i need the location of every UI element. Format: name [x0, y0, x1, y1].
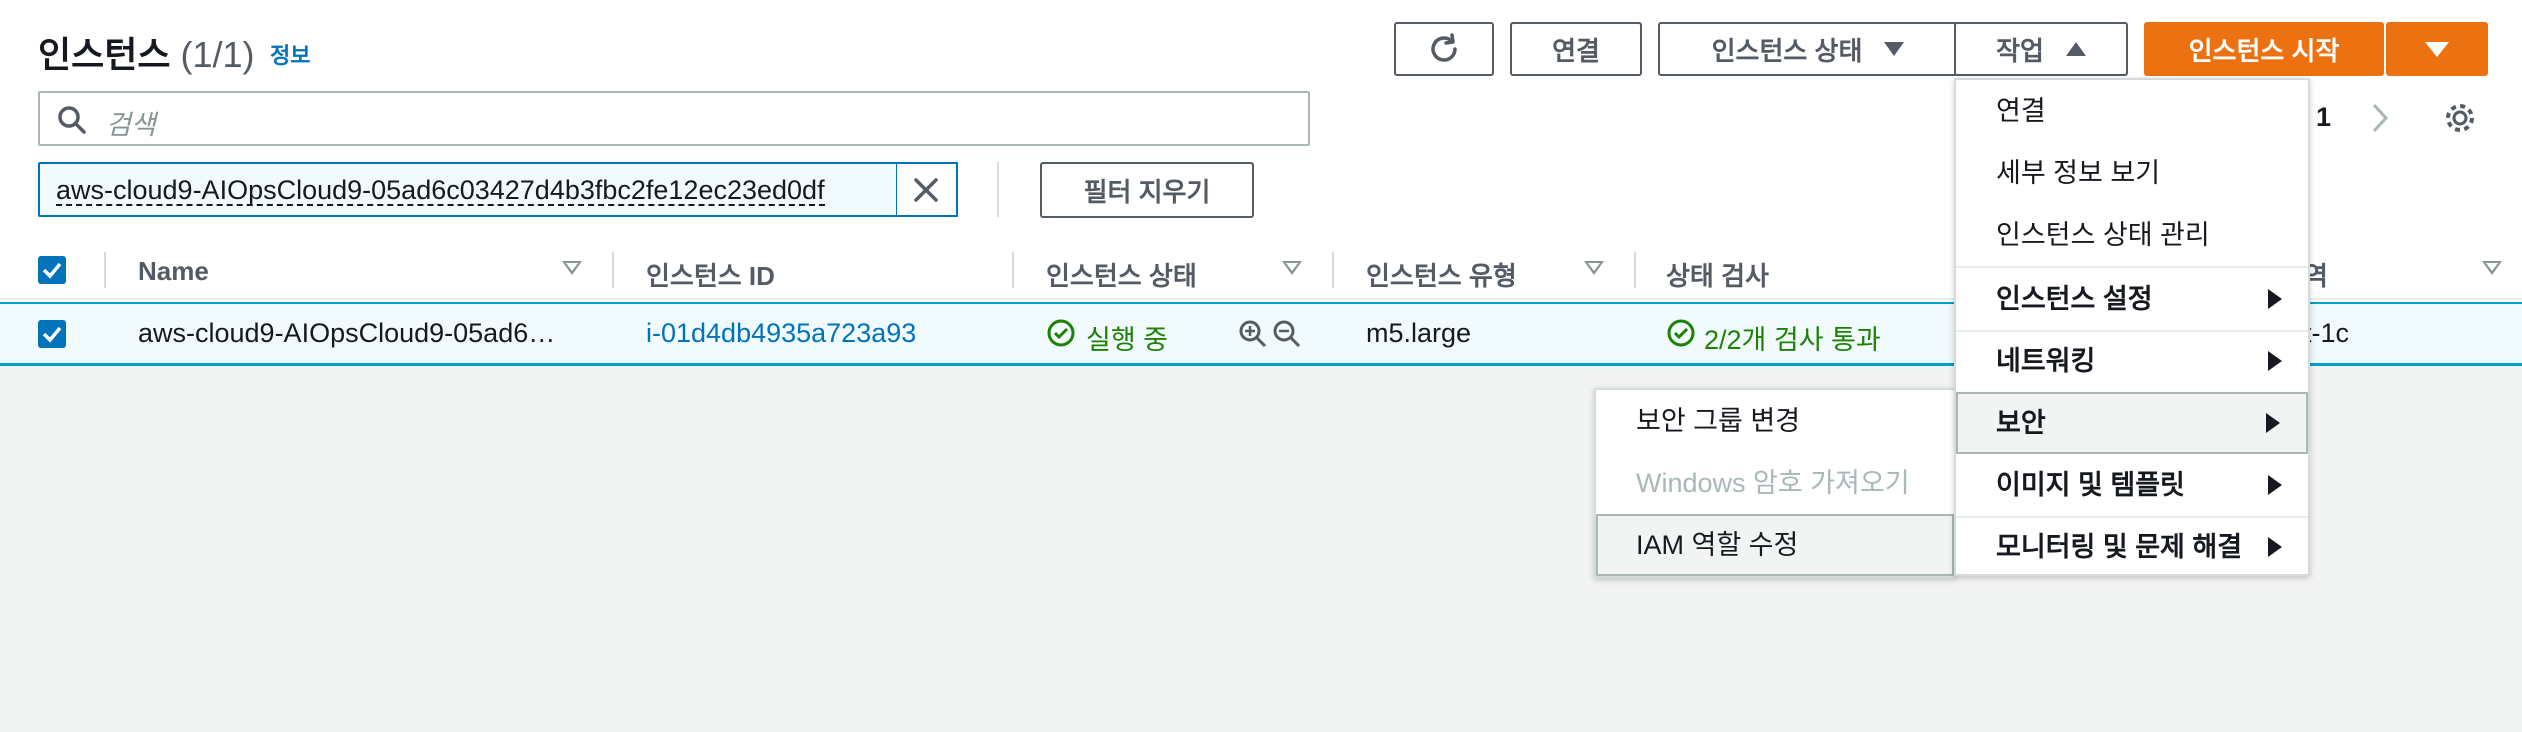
launch-instances-button[interactable]: 인스턴스 시작 [2144, 22, 2384, 76]
page-title: 인스턴스 (1/1) [38, 26, 255, 78]
column-header-instance-id[interactable]: 인스턴스 ID [646, 256, 775, 293]
menu-item-security-label: 보안 [1996, 408, 2046, 438]
sort-icon[interactable] [1584, 261, 1604, 275]
menu-item-change-security-groups[interactable]: 보안 그룹 변경 [1596, 390, 1954, 452]
filter-separator [997, 162, 999, 217]
settings-gear-icon[interactable] [2442, 100, 2478, 136]
page-title-text: 인스턴스 [38, 34, 171, 75]
menu-item-get-windows-password: Windows 암호 가져오기 [1636, 468, 1910, 498]
cell-name: aws-cloud9-AIOpsCloud9-05ad6… [138, 318, 556, 348]
menu-item-networking-label: 네트워킹 [1996, 346, 2096, 376]
column-divider [104, 252, 106, 288]
menu-item-instance-settings-label: 인스턴스 설정 [1996, 284, 2153, 314]
zoom-out-icon[interactable] [1272, 319, 1302, 349]
selection-count: (1/1) [180, 34, 255, 75]
menu-item-modify-iam-role[interactable]: IAM 역할 수정 [1596, 514, 1954, 576]
search-input[interactable]: 검색 [38, 91, 1310, 146]
column-divider [612, 252, 614, 288]
submenu-arrow-icon [2268, 289, 2282, 309]
column-header-name[interactable]: Name [138, 256, 209, 287]
filter-token[interactable]: aws-cloud9-AIOpsCloud9-05ad6c03427d4b3fb… [38, 162, 898, 217]
zoom-in-icon[interactable] [1238, 319, 1268, 349]
connect-button-label: 연결 [1552, 35, 1600, 66]
launch-dropdown-button[interactable] [2386, 22, 2488, 76]
menu-item-instance-settings[interactable]: 인스턴스 설정 [1956, 268, 2308, 330]
close-icon [914, 178, 938, 202]
submenu-arrow-icon [2268, 537, 2282, 557]
cell-status-check: 2/2개 검사 통과 [1704, 325, 1881, 355]
select-all-checkbox[interactable] [38, 256, 66, 284]
menu-item-networking[interactable]: 네트워킹 [1956, 330, 2308, 392]
menu-item-view-details[interactable]: 세부 정보 보기 [1956, 142, 2308, 204]
column-header-instance-state[interactable]: 인스턴스 상태 [1046, 256, 1197, 293]
info-link[interactable]: 정보 [270, 38, 310, 70]
caret-up-icon [2065, 42, 2086, 56]
actions-dropdown[interactable]: 작업 [1954, 22, 2128, 76]
cell-instance-type: m5.large [1366, 318, 1472, 348]
next-page-icon[interactable] [2370, 102, 2390, 134]
row-checkbox[interactable] [38, 320, 66, 348]
sort-icon[interactable] [2482, 261, 2502, 275]
security-submenu: 보안 그룹 변경 Windows 암호 가져오기 IAM 역할 수정 [1594, 388, 1956, 578]
column-divider [1634, 252, 1636, 288]
launch-instances-label: 인스턴스 시작 [2188, 35, 2340, 66]
page-number[interactable]: 1 [2316, 102, 2331, 133]
menu-item-security[interactable]: 보안 [1956, 392, 2308, 454]
refresh-icon [1431, 33, 1457, 62]
menu-item-connect[interactable]: 연결 [1956, 80, 2308, 142]
instance-state-dropdown[interactable]: 인스턴스 상태 [1658, 22, 1958, 76]
caret-down-icon [2425, 41, 2449, 57]
column-divider [1012, 252, 1014, 288]
menu-item-images-templates[interactable]: 이미지 및 템플릿 [1956, 454, 2308, 516]
success-check-icon [1667, 319, 1695, 347]
instance-state-label: 인스턴스 상태 [1711, 35, 1863, 66]
clear-filters-label: 필터 지우기 [1083, 176, 1211, 207]
submenu-arrow-icon [2266, 413, 2280, 433]
menu-item-manage-instance-state[interactable]: 인스턴스 상태 관리 [1956, 204, 2308, 266]
search-icon [58, 106, 86, 134]
remove-filter-button[interactable] [896, 162, 958, 217]
column-header-instance-type[interactable]: 인스턴스 유형 [1366, 256, 1517, 293]
sort-icon[interactable] [1282, 261, 1302, 275]
menu-item-monitor-troubleshoot[interactable]: 모니터링 및 문제 해결 [1956, 516, 2308, 578]
submenu-arrow-icon [2268, 475, 2282, 495]
column-divider [1332, 252, 1334, 288]
filter-token-text: aws-cloud9-AIOpsCloud9-05ad6c03427d4b3fb… [56, 175, 825, 206]
refresh-button[interactable] [1394, 22, 1494, 76]
actions-menu: 연결 세부 정보 보기 인스턴스 상태 관리 인스턴스 설정 네트워킹 보안 이… [1954, 78, 2310, 576]
menu-item-monitor-troubleshoot-label: 모니터링 및 문제 해결 [1996, 532, 2243, 562]
submenu-arrow-icon [2268, 351, 2282, 371]
connect-button[interactable]: 연결 [1510, 22, 1642, 76]
caret-down-icon [1884, 42, 1905, 56]
sort-icon[interactable] [562, 261, 582, 275]
cell-instance-state: 실행 중 [1086, 325, 1169, 355]
column-header-status-check[interactable]: 상태 검사 [1666, 256, 1769, 293]
menu-item-images-templates-label: 이미지 및 템플릿 [1996, 470, 2185, 500]
search-placeholder: 검색 [106, 110, 156, 140]
success-check-icon [1047, 319, 1075, 347]
clear-filters-button[interactable]: 필터 지우기 [1040, 162, 1254, 218]
cell-availability-zone: t-1c [2304, 318, 2350, 348]
cell-instance-id-link[interactable]: i-01d4db4935a723a93 [646, 318, 916, 349]
actions-label: 작업 [1996, 35, 2044, 66]
